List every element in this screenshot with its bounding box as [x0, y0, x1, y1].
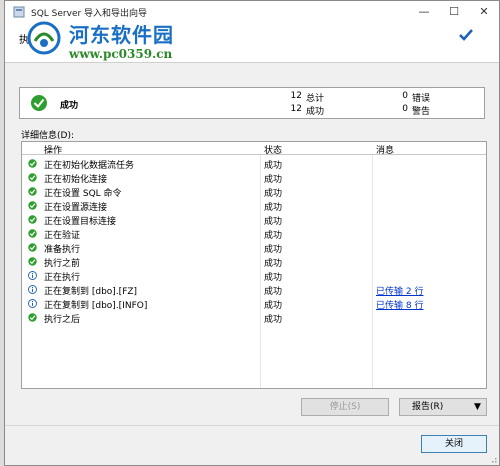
- row-operation: 正在设置 SQL 命令: [44, 189, 122, 199]
- column-header-message[interactable]: 消息: [376, 143, 394, 156]
- success-icon: [28, 243, 37, 252]
- table-row[interactable]: 正在初始化数据流任务 成功: [22, 158, 486, 171]
- warning-label: 警告: [412, 107, 431, 117]
- maximize-button[interactable]: ☐: [439, 1, 469, 23]
- success-icon: [28, 173, 37, 182]
- row-status: 成功: [264, 217, 283, 227]
- row-message-link[interactable]: 已传输 2 行: [376, 284, 423, 297]
- info-icon: [28, 271, 37, 280]
- total-count: 12: [290, 91, 302, 101]
- success-count: 12: [290, 104, 302, 114]
- row-operation: 准备执行: [44, 245, 81, 255]
- table-row[interactable]: 正在设置目标连接 成功: [22, 214, 486, 227]
- row-status: 成功: [264, 259, 283, 269]
- table-row[interactable]: 正在复制到 [dbo].[FZ] 成功 已传输 2 行: [22, 284, 486, 297]
- row-status: 成功: [264, 203, 283, 213]
- row-status: 成功: [264, 189, 283, 199]
- watermark-site-name: 河东软件园: [69, 23, 174, 47]
- watermark-url: www.pc0359.cn: [69, 47, 173, 61]
- warning-count: 0: [402, 104, 408, 114]
- row-status: 成功: [264, 287, 283, 297]
- success-icon: [28, 313, 37, 322]
- row-status: 成功: [264, 161, 283, 171]
- stop-button[interactable]: 停止(S): [301, 398, 389, 416]
- row-operation: 执行之后: [44, 315, 81, 325]
- row-operation: 正在复制到 [dbo].[INFO]: [44, 301, 148, 311]
- table-row[interactable]: 正在设置源连接 成功: [22, 200, 486, 213]
- row-operation: 正在设置源连接: [44, 203, 108, 213]
- resize-grip-icon[interactable]: [489, 455, 497, 463]
- row-operation: 执行之前: [44, 259, 81, 269]
- column-header-operation[interactable]: 操作: [44, 143, 62, 156]
- app-icon: [13, 6, 25, 18]
- table-row[interactable]: 准备执行 成功: [22, 242, 486, 255]
- footer-divider: [5, 425, 499, 426]
- row-operation: 正在设置目标连接: [44, 217, 117, 227]
- info-icon: [28, 285, 37, 294]
- table-row[interactable]: 正在执行 成功: [22, 270, 486, 283]
- close-button[interactable]: 关闭: [421, 435, 487, 453]
- row-status: 成功: [264, 231, 283, 241]
- success-icon: [28, 257, 37, 266]
- table-row[interactable]: 执行之前 成功: [22, 256, 486, 269]
- row-status: 成功: [264, 301, 283, 311]
- dropdown-arrow-icon[interactable]: ▼: [474, 399, 481, 415]
- total-label: 总计: [306, 94, 325, 104]
- row-status: 成功: [264, 175, 283, 185]
- summary-status: 成功: [60, 101, 79, 111]
- details-table[interactable]: 操作 状态 消息 正在初始化数据流任务 成功 正在初始化连接 成功 正在设置 S…: [21, 141, 487, 389]
- row-operation: 正在初始化数据流任务: [44, 161, 135, 171]
- success-icon: [28, 159, 37, 168]
- column-header-status[interactable]: 状态: [264, 143, 282, 156]
- site-watermark: 河东软件园 www.pc0359.cn: [25, 19, 255, 69]
- report-button[interactable]: 报告(R) ▼: [399, 398, 487, 416]
- row-status: 成功: [264, 245, 283, 255]
- row-message-link[interactable]: 已传输 8 行: [376, 298, 423, 311]
- error-label: 错误: [412, 94, 431, 104]
- table-row[interactable]: 正在设置 SQL 命令 成功: [22, 186, 486, 199]
- info-icon: [28, 299, 37, 308]
- table-row[interactable]: 正在初始化连接 成功: [22, 172, 486, 185]
- window-title: SQL Server 导入和导出向导: [31, 9, 148, 19]
- success-icon: [28, 187, 37, 196]
- watermark-logo-icon: [27, 21, 61, 55]
- row-operation: 正在初始化连接: [44, 175, 108, 185]
- checkmark-icon: [459, 29, 473, 41]
- table-row[interactable]: 正在验证 成功: [22, 228, 486, 241]
- error-count: 0: [402, 91, 408, 101]
- success-label: 成功: [306, 107, 325, 117]
- details-label: 详细信息(D):: [21, 131, 74, 141]
- report-button-label: 报告(R): [412, 402, 444, 412]
- row-operation: 正在执行: [44, 273, 81, 283]
- success-icon: [28, 201, 37, 210]
- summary-panel: 成功 12 总计 12 成功 0 错误 0 警告: [19, 87, 485, 119]
- table-header: 操作 状态 消息: [22, 142, 486, 156]
- close-window-button[interactable]: ✕: [469, 1, 499, 23]
- success-icon: [31, 95, 47, 111]
- row-operation: 正在复制到 [dbo].[FZ]: [44, 287, 138, 297]
- wizard-window: SQL Server 导入和导出向导 — ☐ ✕ 执行成功 河东软件园 www.…: [4, 0, 500, 466]
- row-operation: 正在验证: [44, 231, 81, 241]
- row-status: 成功: [264, 315, 283, 325]
- table-row[interactable]: 执行之后 成功: [22, 312, 486, 325]
- minimize-button[interactable]: —: [409, 1, 439, 23]
- table-row[interactable]: 正在复制到 [dbo].[INFO] 成功 已传输 8 行: [22, 298, 486, 311]
- row-status: 成功: [264, 273, 283, 283]
- success-icon: [28, 229, 37, 238]
- success-icon: [28, 215, 37, 224]
